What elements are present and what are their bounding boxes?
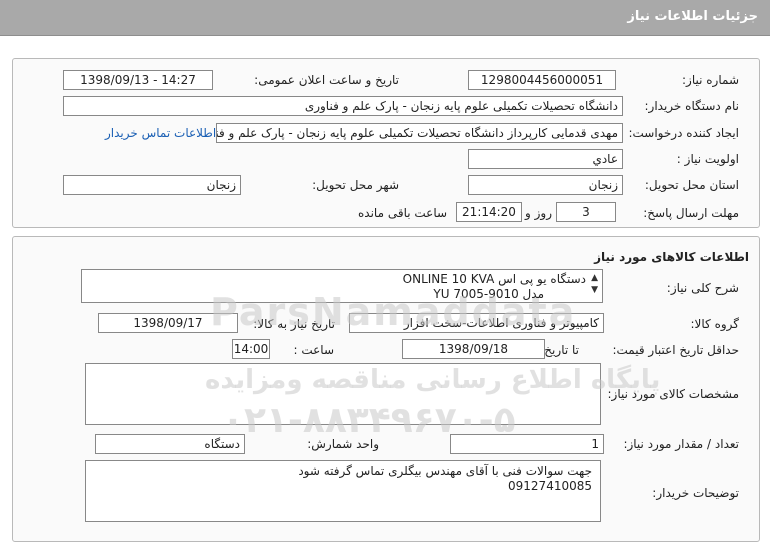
deadline-remaining-text: ساعت باقی مانده bbox=[358, 206, 448, 220]
scroll-up-icon[interactable]: ▲ bbox=[591, 274, 598, 283]
price-validity-label: حداقل تاریخ اعتبار قیمت: bbox=[612, 343, 739, 357]
buyer-notes-line-1: جهت سوالات فنی با آقای مهندس بیگلری تماس… bbox=[298, 464, 592, 478]
goods-section-title: اطلاعات کالاهای مورد نیاز bbox=[594, 250, 749, 264]
deadline-days-field: 3 bbox=[556, 202, 616, 222]
need-date-label: تاریخ نیاز به کالا: bbox=[253, 317, 335, 331]
buyer-notes-box: جهت سوالات فنی با آقای مهندس بیگلری تماس… bbox=[85, 460, 601, 522]
goods-spec-box bbox=[85, 363, 601, 425]
buyer-org-label: نام دستگاه خریدار: bbox=[644, 99, 740, 113]
unit-label: واحد شمارش: bbox=[307, 437, 379, 451]
quantity-field: 1 bbox=[450, 434, 604, 454]
need-number-label: شماره نیاز: bbox=[682, 73, 739, 87]
general-description-label: شرح کلی نیاز: bbox=[666, 281, 739, 295]
requester-field: مهدی قدمایی کارپرداز دانشگاه تحصیلات تکم… bbox=[216, 123, 623, 143]
goods-group-label: گروه کالا: bbox=[690, 317, 740, 331]
deadline-time-field: 21:14:20 bbox=[456, 202, 522, 222]
requester-label: ایجاد کننده درخواست: bbox=[628, 126, 739, 140]
delivery-city-field: زنجان bbox=[63, 175, 241, 195]
need-info-panel: شماره نیاز: 1298004456000051 تاریخ و ساع… bbox=[12, 58, 760, 228]
description-line-1: دستگاه یو پی اس ONLINE 10 KVA bbox=[402, 272, 586, 286]
buyer-contact-link[interactable]: اطلاعات تماس خریدار bbox=[105, 126, 216, 140]
buyer-org-field: دانشگاه تحصیلات تکمیلی علوم پایه زنجان -… bbox=[63, 96, 623, 116]
goods-spec-label: مشخصات کالای مورد نیاز: bbox=[607, 387, 739, 401]
delivery-province-field: زنجان bbox=[468, 175, 623, 195]
buyer-notes-label: توضیحات خریدار: bbox=[652, 486, 739, 500]
goods-group-field: کامپیوتر و فناوری اطلاعات-سخت افزار bbox=[349, 313, 604, 333]
until-date-field: 1398/09/18 bbox=[402, 339, 545, 359]
validity-hour-label: ساعت : bbox=[293, 343, 334, 357]
priority-label: اولویت نیاز : bbox=[676, 152, 739, 166]
need-number-field: 1298004456000051 bbox=[468, 70, 616, 90]
delivery-province-label: استان محل تحویل: bbox=[644, 178, 739, 192]
deadline-label: مهلت ارسال پاسخ: bbox=[643, 206, 739, 220]
need-date-field: 1398/09/17 bbox=[98, 313, 238, 333]
quantity-label: تعداد / مقدار مورد نیاز: bbox=[623, 437, 739, 451]
validity-hour-field: 14:00 bbox=[232, 339, 270, 359]
scroll-down-icon[interactable]: ▼ bbox=[591, 286, 598, 295]
priority-field: عادي bbox=[468, 149, 623, 169]
announce-datetime-label: تاریخ و ساعت اعلان عمومی: bbox=[254, 73, 399, 87]
announce-datetime-field: 1398/09/13 - 14:27 bbox=[63, 70, 213, 90]
page-header: جزئیات اطلاعات نیاز bbox=[0, 0, 770, 36]
page-title: جزئیات اطلاعات نیاز bbox=[627, 9, 758, 24]
general-description-box: ▲ ▼ دستگاه یو پی اس ONLINE 10 KVA مدل YU… bbox=[81, 269, 603, 303]
buyer-notes-line-2: 09127410085 bbox=[508, 479, 592, 493]
delivery-city-label: شهر محل تحویل: bbox=[312, 178, 399, 192]
goods-info-panel: اطلاعات کالاهای مورد نیاز شرح کلی نیاز: … bbox=[12, 236, 760, 542]
deadline-days-suffix: روز و bbox=[525, 206, 552, 220]
unit-field: دستگاه bbox=[95, 434, 245, 454]
description-line-2: مدل YU 7005-9010 bbox=[433, 287, 544, 301]
